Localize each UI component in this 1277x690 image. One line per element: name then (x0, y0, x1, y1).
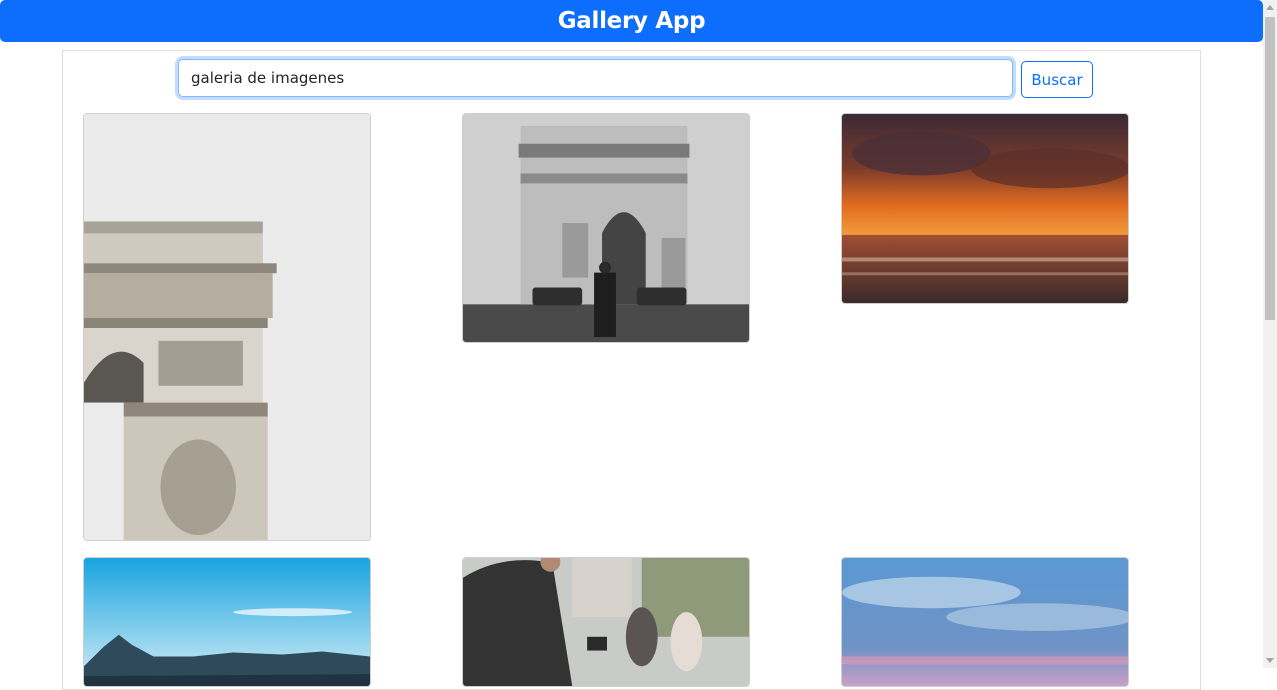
gallery-image[interactable] (83, 113, 371, 541)
scroll-up-arrow-icon[interactable] (1266, 5, 1274, 10)
gallery-image[interactable] (462, 113, 750, 343)
man-with-phone-image (463, 558, 749, 686)
scroll-down-arrow-icon[interactable] (1266, 658, 1274, 663)
search-button[interactable]: Buscar (1021, 61, 1093, 98)
app-title: Gallery App (557, 8, 706, 34)
scrollbar-thumb[interactable] (1265, 17, 1275, 320)
gallery-image[interactable] (841, 113, 1129, 304)
navbar: Gallery App (0, 0, 1263, 42)
arc-de-triomphe-image (84, 114, 370, 540)
ocean-sunset-image (842, 114, 1128, 303)
cloudy-sky-image (842, 558, 1128, 686)
arc-de-triomphe-bw-image (463, 114, 749, 342)
coastline-image (84, 558, 370, 686)
search-input[interactable] (178, 59, 1013, 97)
page-scrollbar[interactable] (1263, 0, 1277, 668)
